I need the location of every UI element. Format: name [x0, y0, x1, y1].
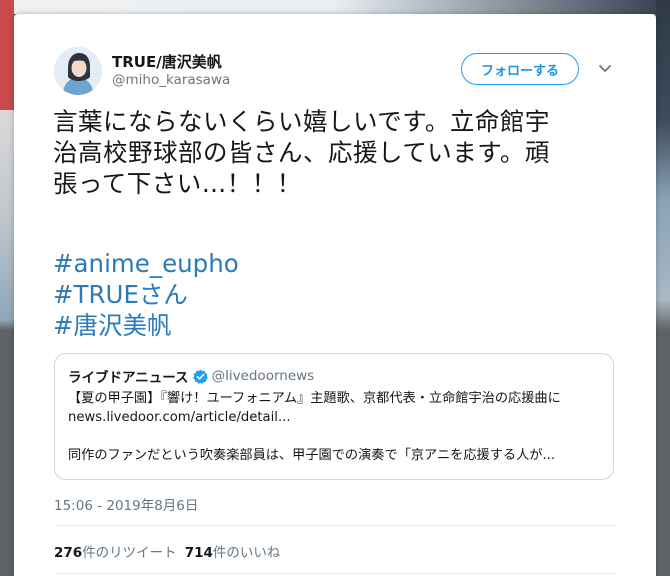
- tweet-text-line: 治高校野球部の皆さん、応援しています。頑: [53, 138, 550, 167]
- like-label: 件のいいね: [212, 545, 281, 561]
- like-count: 714: [184, 545, 213, 561]
- quoted-author-name: ライブドアニュース: [68, 370, 189, 386]
- tweet-menu-button[interactable]: [597, 62, 613, 76]
- backdrop-top-edge: [14, 0, 656, 14]
- retweet-count: 276: [54, 545, 83, 561]
- chevron-down-icon: [599, 65, 611, 72]
- tweet-text-line: 張って下さい…！！！: [53, 169, 302, 198]
- stats-bottom-divider: [54, 573, 616, 574]
- tweet-timestamp[interactable]: 15:06 - 2019年8月6日: [54, 494, 198, 514]
- profile-photo-icon: [54, 47, 102, 95]
- quoted-tweet-card[interactable]: ライブドアニュース @livedoornews 【夏の甲子園】『響け！ユーフォニ…: [54, 353, 614, 480]
- quoted-tweet-headline: 【夏の甲子園】『響け！ユーフォニアム』主題歌、京都代表・立命館宇治の応援曲に: [68, 391, 561, 406]
- hashtag-list: #anime_eupho #TRUEさん #唐沢美帆: [53, 248, 613, 341]
- tweet-text-line: 言葉にならないくらい嬉しいです。立命館宇: [53, 107, 550, 136]
- backdrop-right-edge: [656, 0, 670, 576]
- stats-top-divider: [54, 525, 616, 526]
- author-handle[interactable]: @miho_karasawa: [112, 72, 230, 88]
- hashtag-link[interactable]: #唐沢美帆: [53, 310, 613, 341]
- retweet-label: 件のリツイート: [82, 545, 177, 561]
- verified-badge-icon: [192, 369, 208, 384]
- backdrop-left-edge: [0, 0, 14, 576]
- retweet-stat[interactable]: 276件のリツイート: [54, 541, 177, 561]
- hashtag-link[interactable]: #TRUEさん: [53, 279, 613, 310]
- tweet-modal: TRUE/唐沢美帆 @miho_karasawa フォローする 言葉にならないく…: [14, 14, 656, 576]
- follow-button[interactable]: フォローする: [461, 53, 579, 85]
- quoted-tweet-header: ライブドアニュース @livedoornews: [68, 367, 600, 386]
- hashtag-link[interactable]: #anime_eupho: [53, 248, 613, 279]
- tweet-stats: 276件のリツイート 714件のいいね: [54, 541, 280, 561]
- quoted-tweet-excerpt: 同作のファンだという吹奏楽部員は、甲子園での演奏で「京アニを応援する人が...: [68, 448, 556, 463]
- like-stat[interactable]: 714件のいいね: [185, 541, 281, 561]
- tweet-text: 言葉にならないくらい嬉しいです。立命館宇 治高校野球部の皆さん、応援しています。…: [53, 106, 623, 199]
- author-name[interactable]: TRUE/唐沢美帆: [112, 51, 222, 72]
- quoted-tweet-url[interactable]: news.livedoor.com/article/detail...: [68, 408, 600, 427]
- author-avatar[interactable]: [54, 47, 102, 95]
- quoted-author-handle: @livedoornews: [211, 368, 315, 384]
- quoted-tweet-spacer: [68, 427, 600, 446]
